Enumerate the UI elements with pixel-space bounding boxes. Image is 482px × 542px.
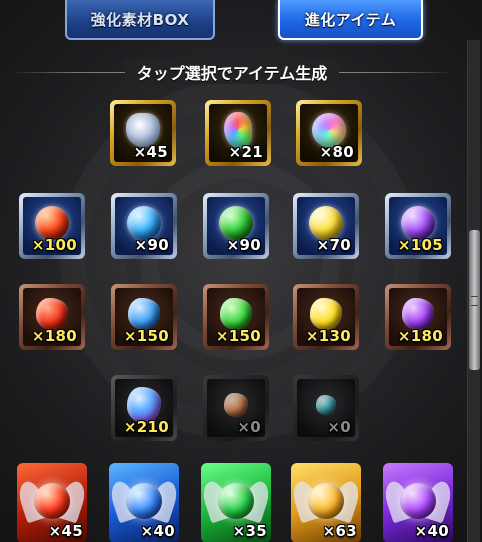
small-water-stone-icon — [316, 394, 336, 415]
dark-stone-icon — [402, 297, 434, 330]
item-water-orb[interactable]: ×90 — [111, 193, 177, 259]
item-silver-crest[interactable]: ×45 — [110, 100, 176, 166]
fire-evolution-card-icon — [34, 483, 70, 520]
item-count: ×90 — [226, 236, 261, 254]
item-light-orb[interactable]: ×70 — [293, 193, 359, 259]
item-count: ×35 — [232, 522, 267, 540]
dark-orb-icon — [401, 205, 435, 240]
item-fire-orb[interactable]: ×100 — [19, 193, 85, 259]
item-count: ×90 — [134, 236, 169, 254]
item-count: ×150 — [215, 327, 261, 345]
water-evolution-card-icon — [126, 483, 162, 520]
silver-crest-icon — [126, 112, 160, 147]
item-dark-stone[interactable]: ×180 — [385, 284, 451, 350]
item-count: ×70 — [316, 236, 351, 254]
instruction-text: タップ選択でアイテム生成 — [124, 60, 340, 84]
item-count: ×0 — [237, 418, 261, 436]
rainbow-orb-icon — [312, 112, 346, 147]
fire-stone-icon — [36, 297, 68, 330]
wood-orb-icon — [219, 205, 253, 240]
item-count: ×100 — [31, 236, 77, 254]
water-stone-icon — [128, 297, 160, 330]
item-count: ×180 — [397, 327, 443, 345]
item-water-evolution-card[interactable]: ×40 — [109, 463, 179, 542]
item-count: ×180 — [31, 327, 77, 345]
item-fire-stone[interactable]: ×180 — [19, 284, 85, 350]
item-count: ×0 — [327, 418, 351, 436]
scrollbar[interactable] — [467, 40, 480, 542]
item-screen: 強化素材BOX 進化アイテム タップ選択でアイテム生成 ×45 ×21 ×80 … — [0, 0, 482, 542]
item-light-evolution-card[interactable]: ×63 — [291, 463, 361, 542]
item-wood-orb[interactable]: ×90 — [203, 193, 269, 259]
small-fire-stone-icon — [224, 392, 248, 417]
light-stone-icon — [310, 297, 342, 330]
item-light-stone[interactable]: ×130 — [293, 284, 359, 350]
light-evolution-card-icon — [308, 483, 344, 520]
item-count: ×210 — [123, 418, 169, 436]
item-dark-evolution-card[interactable]: ×40 — [383, 463, 453, 542]
water-orb-icon — [127, 205, 161, 240]
item-wood-stone[interactable]: ×150 — [203, 284, 269, 350]
item-count: ×150 — [123, 327, 169, 345]
tab-enhance-box[interactable]: 強化素材BOX — [65, 0, 215, 40]
dark-evolution-card-icon — [400, 483, 436, 520]
light-orb-icon — [309, 205, 343, 240]
scrollbar-thumb[interactable] — [469, 230, 480, 370]
item-count: ×80 — [319, 143, 354, 161]
fire-orb-icon — [35, 205, 69, 240]
item-count: ×105 — [397, 236, 443, 254]
item-wood-evolution-card[interactable]: ×35 — [201, 463, 271, 542]
item-crystal-stone[interactable]: ×210 — [111, 375, 177, 441]
instruction-bar: タップ選択でアイテム生成 — [0, 58, 464, 86]
item-count: ×40 — [140, 522, 175, 540]
item-fire-evolution-card[interactable]: ×45 — [17, 463, 87, 542]
item-count: ×63 — [322, 522, 357, 540]
item-count: ×21 — [228, 143, 263, 161]
item-dark-orb[interactable]: ×105 — [385, 193, 451, 259]
item-water-stone[interactable]: ×150 — [111, 284, 177, 350]
wood-evolution-card-icon — [218, 483, 254, 520]
item-small-fire-stone[interactable]: ×0 — [203, 375, 269, 441]
item-rainbow-orb[interactable]: ×80 — [296, 100, 362, 166]
wood-stone-icon — [220, 297, 252, 330]
item-rainbow-swirl[interactable]: ×21 — [205, 100, 271, 166]
item-count: ×40 — [414, 522, 449, 540]
item-count: ×45 — [133, 143, 168, 161]
item-small-water-stone[interactable]: ×0 — [293, 375, 359, 441]
item-count: ×130 — [305, 327, 351, 345]
item-count: ×45 — [48, 522, 83, 540]
tab-evolution-items[interactable]: 進化アイテム — [278, 0, 423, 40]
